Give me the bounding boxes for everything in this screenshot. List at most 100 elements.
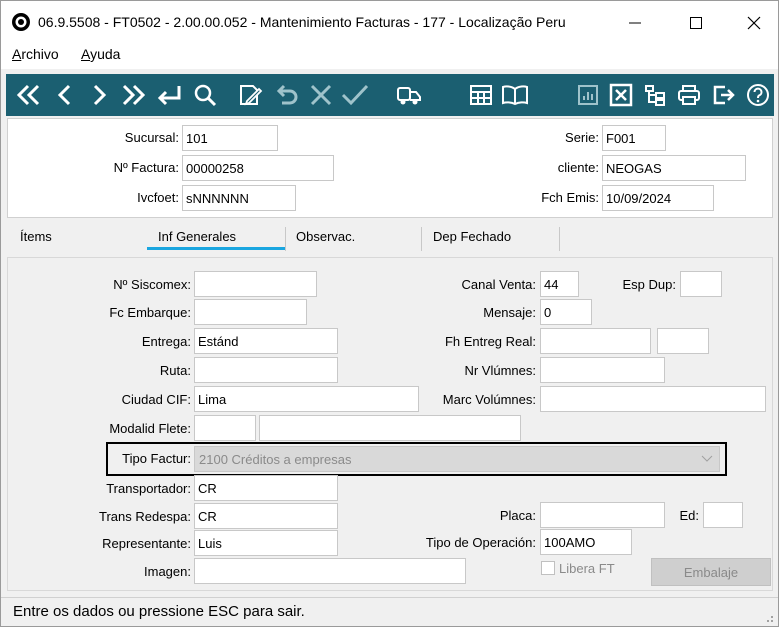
siscomex-field[interactable]	[194, 271, 317, 297]
ivcfoet-label: Ivcfoet:	[137, 190, 179, 205]
tree-icon	[645, 85, 665, 106]
menu-bar: Archivo Ayuda	[1, 43, 778, 69]
placa-field[interactable]	[540, 502, 665, 528]
modalid-flete-description	[259, 415, 521, 441]
imagen-label: Imagen:	[144, 564, 191, 579]
search-button[interactable]	[190, 80, 220, 110]
edit-button[interactable]	[235, 80, 265, 110]
close-button[interactable]	[732, 9, 776, 37]
menu-archivo[interactable]: Archivo	[12, 46, 59, 62]
confirm-icon	[341, 84, 369, 106]
canal-venta-field[interactable]: 44	[540, 271, 579, 297]
entrega-label: Entrega:	[141, 334, 191, 349]
confirm-button[interactable]	[340, 80, 370, 110]
first-icon	[16, 84, 40, 106]
prev-record-button[interactable]	[50, 80, 80, 110]
book-icon	[502, 85, 528, 106]
tipo-operacion-label: Tipo de Operación:	[425, 535, 536, 550]
ed-field[interactable]	[703, 502, 743, 528]
enter-button[interactable]	[154, 80, 184, 110]
marc-volumnes-label: Marc Volúmnes:	[442, 392, 536, 407]
siscomex-label: Nº Siscomex:	[113, 277, 191, 292]
minimize-icon	[629, 22, 641, 24]
libera-ft-checkbox[interactable]	[541, 561, 555, 575]
undo-button[interactable]	[272, 80, 302, 110]
help-icon	[747, 84, 769, 106]
libera-ft-label: Libera FT	[559, 561, 615, 576]
report-icon	[578, 85, 598, 105]
fh-entreg-real-label: Fh Entreg Real:	[444, 334, 536, 349]
entrega-field[interactable]: Estánd	[194, 328, 338, 354]
tipo-factur-highlight	[106, 442, 727, 476]
marc-volumnes-field[interactable]	[540, 386, 766, 412]
cliente-field[interactable]: NEOGAS	[602, 155, 746, 181]
prev-icon	[57, 84, 71, 106]
tab-dep-fechado[interactable]: Dep Fechado	[433, 223, 511, 251]
next-record-button[interactable]	[84, 80, 114, 110]
close-icon	[747, 16, 761, 30]
tab-observac[interactable]: Observac.	[296, 223, 355, 251]
status-message: Entre os dados ou pressione ESC para sai…	[13, 603, 305, 620]
truck-button[interactable]	[394, 80, 424, 110]
print-button[interactable]	[674, 80, 704, 110]
book-button[interactable]	[500, 80, 530, 110]
tab-separator	[559, 227, 560, 251]
cancel-icon	[609, 83, 633, 107]
modalid-flete-label: Modalid Flete:	[109, 421, 191, 436]
app-logo-icon	[12, 13, 30, 31]
esp-dup-field[interactable]	[680, 271, 722, 297]
nr-volumnes-field[interactable]	[540, 357, 665, 383]
fh-entreg-real-time-field[interactable]	[657, 328, 709, 354]
menu-ayuda[interactable]: Ayuda	[81, 46, 120, 62]
exit-button[interactable]	[709, 80, 739, 110]
representante-field[interactable]: Luis	[194, 530, 338, 556]
ciudad-cif-field[interactable]: Lima	[194, 386, 419, 412]
exit-icon	[713, 85, 735, 105]
serie-label: Serie:	[565, 130, 599, 145]
factura-label: Nº Factura:	[113, 160, 179, 175]
fc-embarque-label: Fc Embarque:	[109, 305, 191, 320]
imagen-field[interactable]	[194, 558, 466, 584]
ruta-field[interactable]	[194, 357, 338, 383]
embalaje-button[interactable]: Embalaje	[651, 558, 771, 586]
serie-field[interactable]: F001	[602, 125, 666, 151]
last-icon	[122, 84, 146, 106]
tab-items[interactable]: Ítems	[20, 223, 52, 251]
calculator-icon	[470, 85, 492, 105]
tab-separator	[421, 227, 422, 251]
window-title: 06.9.5508 - FT0502 - 2.00.00.052 - Mante…	[38, 14, 566, 30]
report-button[interactable]	[573, 80, 603, 110]
last-record-button[interactable]	[118, 80, 148, 110]
tree-button[interactable]	[640, 80, 670, 110]
app-window: 06.9.5508 - FT0502 - 2.00.00.052 - Mante…	[0, 0, 779, 627]
resize-grip-icon[interactable]	[764, 613, 774, 623]
mensaje-label: Mensaje:	[483, 305, 536, 320]
status-bar: Entre os dados ou pressione ESC para sai…	[1, 597, 778, 626]
tipo-operacion-field[interactable]: 100AMO	[540, 529, 632, 555]
delete-button[interactable]	[306, 80, 336, 110]
active-tab-indicator	[147, 247, 285, 250]
placa-label: Placa:	[499, 508, 536, 523]
fh-entreg-real-date-field[interactable]	[540, 328, 651, 354]
transportador-label: Transportador:	[106, 481, 191, 496]
mensaje-field[interactable]: 0	[540, 299, 592, 325]
trans-redespa-label: Trans Redespa:	[98, 509, 191, 524]
factura-field[interactable]: 00000258	[182, 155, 334, 181]
sucursal-field[interactable]: 101	[182, 125, 278, 151]
transportador-field[interactable]: CR	[194, 475, 338, 501]
first-record-button[interactable]	[14, 80, 44, 110]
title-bar: 06.9.5508 - FT0502 - 2.00.00.052 - Mante…	[1, 1, 778, 43]
minimize-button[interactable]	[613, 9, 657, 37]
fch-emis-field[interactable]: 10/09/2024	[602, 185, 714, 211]
calculator-button[interactable]	[466, 80, 496, 110]
maximize-button[interactable]	[674, 9, 718, 37]
ivcfoet-field[interactable]: sNNNNNN	[182, 185, 296, 211]
trans-redespa-field[interactable]: CR	[194, 503, 338, 529]
fc-embarque-field[interactable]	[194, 299, 307, 325]
tab-bar: Ítems Inf Generales Observac. Dep Fechad…	[7, 223, 773, 253]
modalid-flete-field[interactable]	[194, 415, 256, 441]
truck-icon	[397, 87, 421, 105]
cancel-button[interactable]	[606, 80, 636, 110]
enter-icon	[157, 86, 181, 106]
help-button[interactable]	[743, 80, 773, 110]
